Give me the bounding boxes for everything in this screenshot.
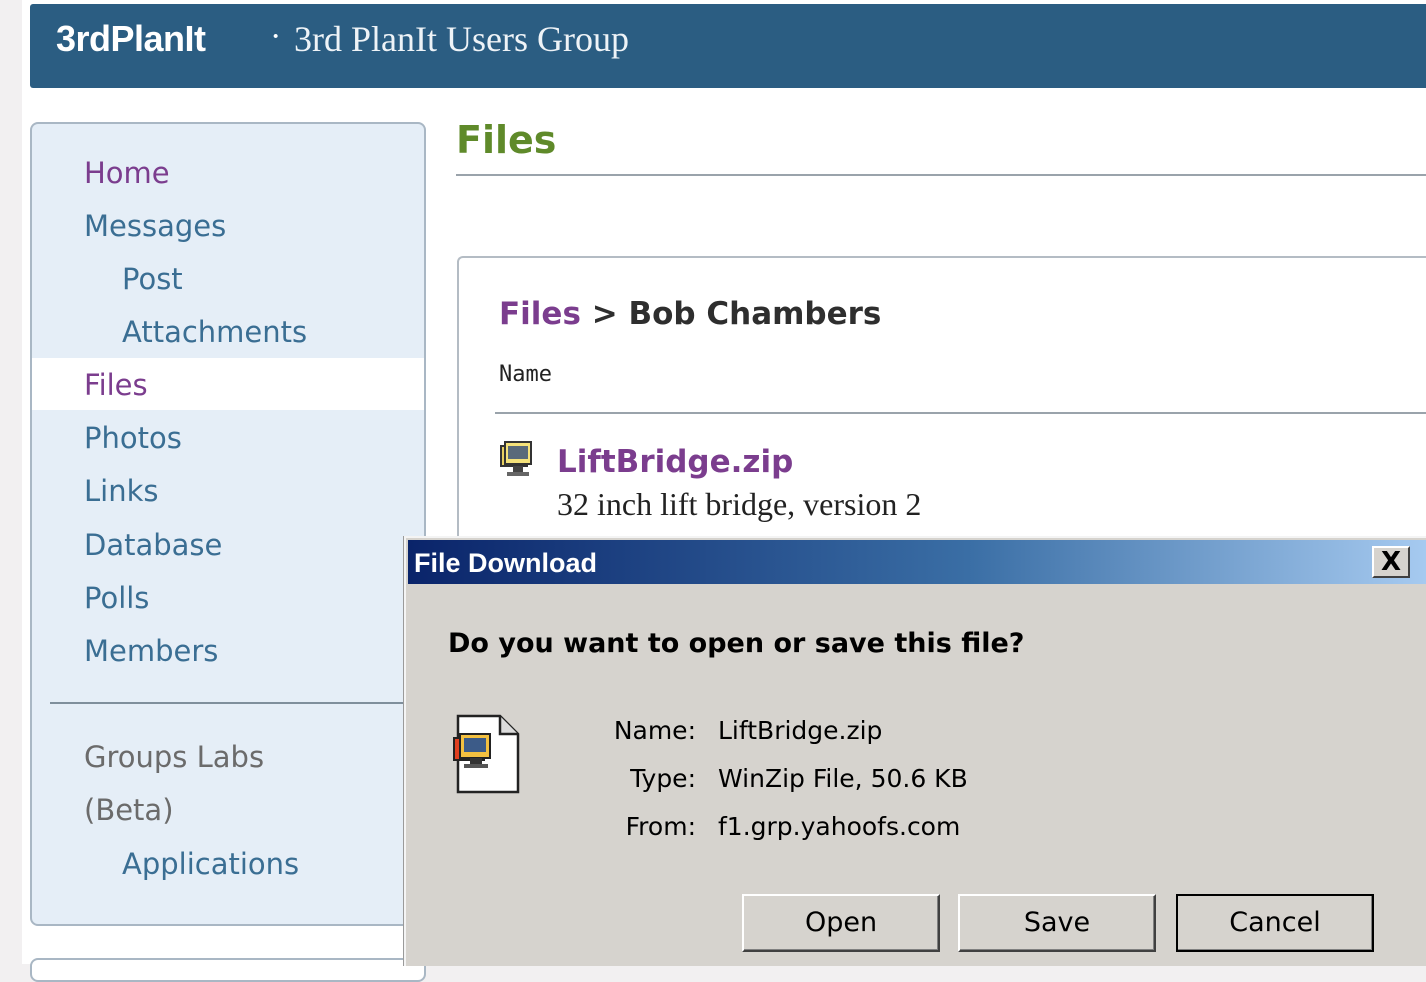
sidebar-item-database[interactable]: Database	[84, 528, 222, 562]
file-link[interactable]: LiftBridge.zip	[557, 444, 793, 480]
dialog-question: Do you want to open or save this file?	[448, 628, 1025, 659]
zip-document-icon	[453, 714, 520, 794]
name-label: Name:	[613, 716, 696, 745]
sidebar-item-members[interactable]: Members	[84, 634, 218, 668]
sidebar-divider	[50, 702, 422, 704]
open-button[interactable]: Open	[742, 894, 940, 952]
file-download-dialog: File Download X Do you want to open or s…	[404, 536, 1426, 966]
dialog-title: File Download	[414, 548, 598, 578]
header-separator: ·	[270, 18, 282, 55]
sidebar-item-photos[interactable]: Photos	[84, 421, 182, 455]
file-description: 32 inch lift bridge, version 2	[557, 486, 922, 522]
breadcrumb-current: Bob Chambers	[628, 296, 882, 332]
group-name: 3rd PlanIt Users Group	[294, 19, 629, 59]
files-panel: Files > Bob Chambers Name LiftBridge.zip…	[457, 256, 1426, 580]
breadcrumb-files-link[interactable]: Files	[499, 296, 581, 332]
sidebar-item-post[interactable]: Post	[122, 262, 183, 296]
sidebar-secondary-box	[30, 958, 426, 982]
dialog-titlebar[interactable]: File Download X	[408, 540, 1426, 584]
groups-labs-title: Groups Labs	[84, 740, 265, 774]
column-header-name[interactable]: Name	[499, 362, 552, 387]
type-label: Type:	[630, 764, 696, 793]
sidebar-item-applications[interactable]: Applications	[122, 847, 299, 881]
from-value: f1.grp.yahoofs.com	[718, 812, 961, 841]
sidebar-item-links[interactable]: Links	[84, 474, 159, 508]
breadcrumb: Files > Bob Chambers	[499, 296, 881, 332]
breadcrumb-separator: >	[591, 296, 618, 332]
sidebar-item-files[interactable]: Files	[84, 368, 148, 402]
column-divider	[495, 412, 1426, 414]
from-label: From:	[625, 812, 696, 841]
sidebar-item-attachments[interactable]: Attachments	[122, 315, 307, 349]
cancel-button[interactable]: Cancel	[1176, 894, 1374, 952]
group-brand[interactable]: 3rdPlanIt	[56, 18, 206, 60]
save-button[interactable]: Save	[958, 894, 1156, 952]
sidebar-nav: Home Messages Post Attachments Files Pho…	[30, 122, 426, 926]
group-header: 3rdPlanIt · 3rd PlanIt Users Group	[30, 4, 1426, 88]
type-value: WinZip File, 50.6 KB	[718, 764, 968, 793]
name-value: LiftBridge.zip	[718, 716, 883, 745]
sidebar-item-home[interactable]: Home	[84, 156, 170, 190]
winzip-file-icon	[500, 441, 532, 476]
sidebar-item-messages[interactable]: Messages	[84, 209, 226, 243]
groups-labs-beta: (Beta)	[84, 793, 174, 827]
sidebar-item-polls[interactable]: Polls	[84, 581, 149, 615]
close-icon[interactable]: X	[1372, 546, 1410, 578]
page-title: Files	[456, 118, 557, 162]
title-divider	[456, 174, 1426, 176]
